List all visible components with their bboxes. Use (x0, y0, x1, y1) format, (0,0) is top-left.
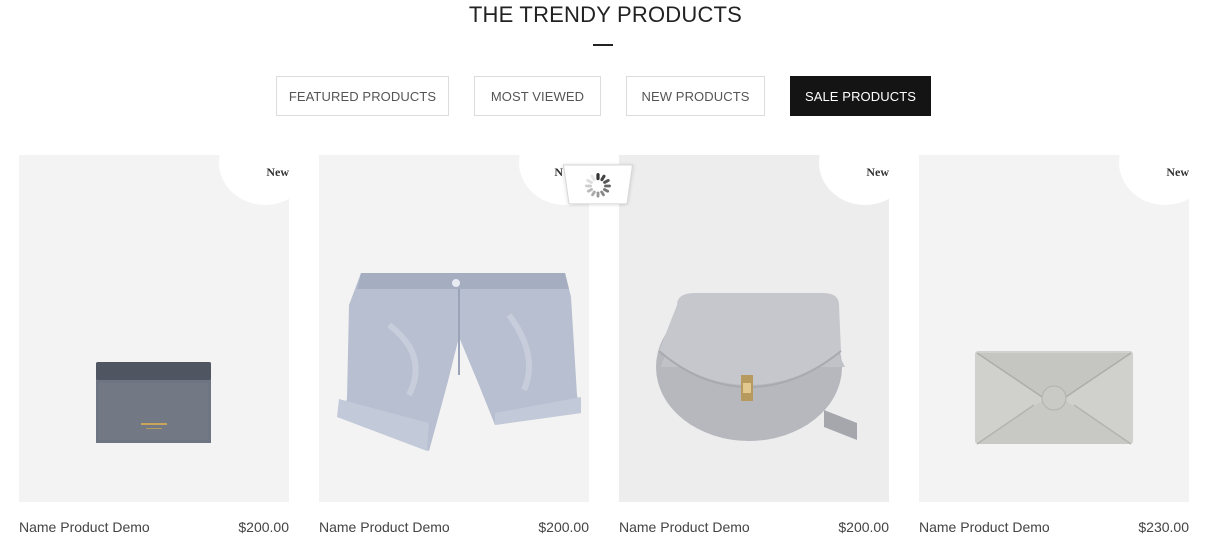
tab-new-products[interactable]: NEW PRODUCTS (626, 76, 765, 116)
tab-most-viewed[interactable]: MOST VIEWED (474, 76, 601, 116)
product-name-link[interactable]: Name Product Demo (19, 519, 150, 535)
badge-label: New (1166, 165, 1189, 179)
product-price: $200.00 (238, 519, 289, 535)
product-card[interactable]: New Name Product Demo $230.00 (919, 155, 1189, 545)
product-price: $200.00 (538, 519, 589, 535)
badge-label: New (866, 165, 889, 179)
spinner-icon (584, 173, 612, 198)
product-card[interactable]: New Name Product Demo $200.00 (619, 155, 889, 545)
badge-label: New (266, 165, 289, 179)
title-divider (593, 44, 613, 46)
round-bag-image (653, 293, 857, 441)
product-image-link[interactable]: New (19, 155, 289, 502)
product-price: $200.00 (838, 519, 889, 535)
product-name-link[interactable]: Name Product Demo (319, 519, 450, 535)
product-price: $230.00 (1138, 519, 1189, 535)
product-tabs: FEATURED PRODUCTS MOST VIEWED NEW PRODUC… (0, 76, 1211, 116)
product-card[interactable]: N Name Product Demo $200.00 (319, 155, 589, 545)
tab-sale-products[interactable]: SALE PRODUCTS (790, 76, 931, 116)
section-title: THE TRENDY PRODUCTS (468, 2, 743, 27)
satin-shorts-image (337, 273, 581, 451)
product-image-link[interactable]: New (919, 155, 1189, 502)
card-wallet-image (96, 362, 211, 443)
product-name-link[interactable]: Name Product Demo (919, 519, 1050, 535)
product-image-link[interactable]: New (619, 155, 889, 502)
badge-label: N (554, 165, 563, 179)
envelope-clutch-image (975, 351, 1133, 445)
product-image-link[interactable]: N (319, 155, 589, 502)
loading-overlay (562, 164, 634, 205)
product-name-link[interactable]: Name Product Demo (619, 519, 750, 535)
tab-featured-products[interactable]: FEATURED PRODUCTS (276, 76, 449, 116)
product-card[interactable]: New Name Product Demo $200.00 (19, 155, 289, 545)
